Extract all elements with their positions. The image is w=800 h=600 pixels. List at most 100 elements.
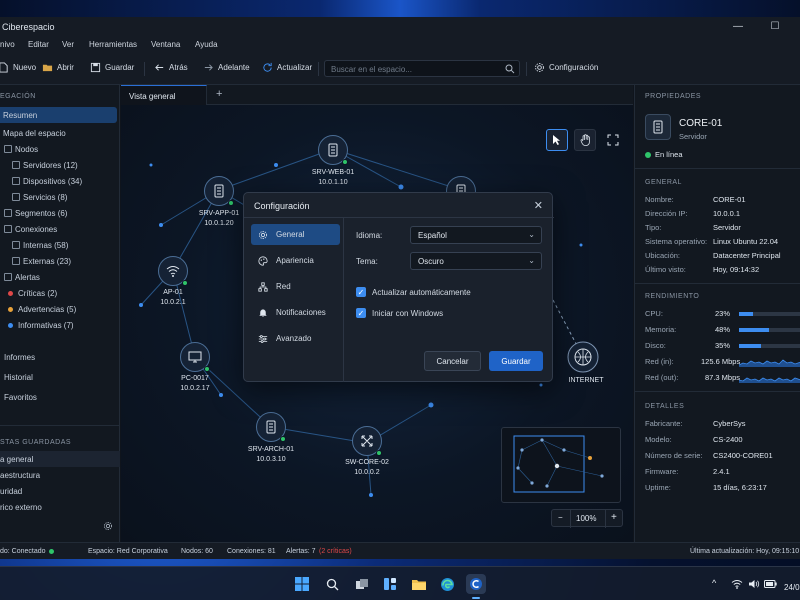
sidebar-item-internal[interactable]: Internas (58) [0,237,120,253]
dialog-nav-network[interactable]: Red [251,276,340,297]
sidebar-item-connections[interactable]: Conexiones [0,221,120,237]
cancel-button[interactable]: Cancelar [424,351,481,371]
new-label: Nuevo [13,63,37,72]
forward-button[interactable]: Adelante [203,62,250,73]
volume-icon[interactable] [748,579,760,589]
theme-label: Tema: [356,257,378,266]
taskbar-search-button[interactable] [322,574,342,594]
window-title: Ciberespacio [2,22,55,32]
sidebar-item-favorites[interactable]: Favoritos [0,389,120,405]
theme-select[interactable]: Oscuro ⌄ [410,252,542,270]
zoom-in-button[interactable]: + [611,512,617,523]
tab-label: Vista general [129,92,176,101]
saved-view-item[interactable]: uridad [0,483,120,499]
switch-node-sw-core-02[interactable] [352,426,382,456]
menu-edit[interactable]: Editar [28,40,49,49]
widgets-button[interactable] [380,574,400,594]
saved-views-header: STAS GUARDADAS [0,439,72,446]
sliders-icon [258,334,268,343]
edge-browser-button[interactable] [437,574,457,594]
select-tool-button[interactable] [546,129,568,151]
sidebar-item-alerts[interactable]: Alertas [0,269,120,285]
status-text: En línea [655,150,683,159]
start-button[interactable] [292,574,312,594]
node-ip: 10.0.0.2 [354,469,380,476]
back-button[interactable]: Atrás [154,62,188,73]
fit-view-button[interactable] [602,129,624,151]
gear-icon[interactable] [103,521,113,531]
minimize-button[interactable]: — [730,19,746,35]
add-tab-button[interactable]: + [216,88,222,100]
dialog-nav-general[interactable]: General [251,224,340,245]
access-point-node-ap-01[interactable] [158,256,188,286]
zoom-out-button[interactable]: − [558,513,563,522]
menu-file[interactable]: nivo [0,40,15,49]
toolbar-divider [318,62,319,76]
language-select[interactable]: Español ⌄ [410,226,542,244]
close-icon[interactable]: ✕ [534,199,543,212]
sidebar-item-services[interactable]: Servicios (8) [0,189,120,205]
server-node-srv-arch-01[interactable] [256,412,286,442]
cpu-usage-bar [739,312,800,316]
menu-help[interactable]: Ayuda [195,40,218,49]
prop-value: CS-2400 [713,435,743,444]
sidebar-item-history[interactable]: Historial [0,369,120,385]
save-button[interactable]: Guardar [90,62,134,73]
start-with-windows-checkbox[interactable]: ✓ Iniciar con Windows [356,308,443,318]
dialog-nav-appearance[interactable]: Apariencia [251,250,340,271]
saved-view-item[interactable]: aestructura [0,467,120,483]
memory-usage-fill [739,328,769,332]
sidebar-item-external[interactable]: Externas (23) [0,253,120,269]
search-input[interactable]: Buscar en el espacio... [324,60,520,77]
dialog-nav-advanced[interactable]: Avanzado [251,328,340,349]
saved-view-item[interactable]: a general [0,451,120,467]
menu-window[interactable]: Ventana [151,40,180,49]
sidebar-item-reports[interactable]: Informes [0,349,120,365]
node-name: SW-CORE-02 [345,459,389,466]
zoom-control: − 100% + [551,509,623,528]
pc-node-pc-0017[interactable] [180,342,210,372]
chevron-up-icon[interactable]: ^ [712,578,716,588]
file-explorer-button[interactable] [409,574,429,594]
sidebar-item-servers[interactable]: Servidores (12) [0,157,120,173]
saved-view-label: aestructura [0,470,41,480]
sidebar-item-nodes[interactable]: Nodos [0,141,120,157]
save-label: Guardar [105,63,135,72]
save-icon [90,62,101,73]
prop-value: 35% [715,341,731,350]
monitor-icon [188,351,202,363]
new-button[interactable]: Nuevo [0,62,36,73]
minimap[interactable] [501,427,621,503]
server-node-srv-web-01[interactable] [318,135,348,165]
sidebar-item-segments[interactable]: Segmentos (6) [0,205,120,221]
server-node-srv-app-01[interactable] [204,176,234,206]
save-settings-button[interactable]: Guardar [489,351,543,371]
sidebar-item-info[interactable]: Informativas (7) [0,317,120,333]
auto-update-checkbox[interactable]: ✓ Actualizar automáticamente [356,287,471,297]
menu-tools[interactable]: Herramientas [89,40,137,49]
saved-view-item[interactable]: rico externo [0,499,120,515]
ciberespacio-app-button[interactable] [466,574,486,594]
refresh-button[interactable]: Actualizar [262,62,312,73]
menu-view[interactable]: Ver [62,40,74,49]
sidebar-item-space-map[interactable]: Mapa del espacio [0,125,120,141]
task-view-button[interactable] [352,574,372,594]
dialog-nav-label: General [276,230,305,239]
sidebar-item-devices[interactable]: Dispositivos (34) [0,173,120,189]
pan-tool-button[interactable] [574,129,596,151]
tab-overview[interactable]: Vista general [121,85,207,105]
sidebar-item-summary[interactable]: Resumen [0,107,117,123]
dialog-nav-notifications[interactable]: Notificaciones [251,302,340,323]
sidebar-item-critical[interactable]: Críticas (2) [0,285,120,301]
battery-icon[interactable] [764,580,777,588]
maximize-button[interactable]: ☐ [767,19,783,35]
prop-key: Red (out): [645,373,679,382]
hand-icon [580,134,590,146]
wifi-icon[interactable] [731,579,743,589]
title-bar: Ciberespacio — ☐ [0,17,800,37]
sidebar-item-label: Servicios (8) [23,192,68,202]
sidebar-item-label: Historial [4,372,33,382]
settings-button[interactable]: Configuración [534,62,598,73]
open-button[interactable]: Abrir [42,62,74,73]
sidebar-item-warnings[interactable]: Advertencias (5) [0,301,120,317]
